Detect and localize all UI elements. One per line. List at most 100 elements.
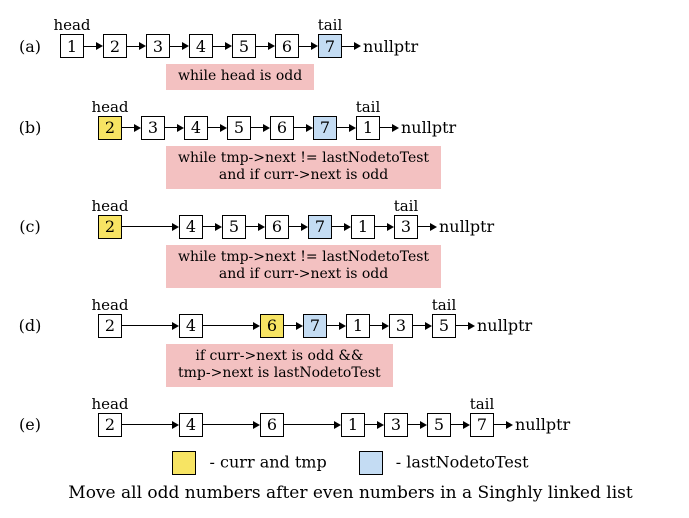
node: 6 — [270, 116, 294, 140]
arrow — [203, 322, 260, 330]
head-label: head — [91, 197, 128, 215]
node: 7 — [470, 413, 494, 437]
arrow — [84, 42, 103, 50]
node: 1 — [351, 215, 375, 239]
arrow — [122, 322, 179, 330]
node: 3 — [146, 34, 170, 58]
node: 1 — [346, 314, 370, 338]
legend-curr-label: - curr and tmp — [210, 452, 327, 471]
arrow — [413, 322, 432, 330]
arrow — [375, 223, 394, 231]
head-label: head — [91, 395, 128, 413]
head-label: head — [91, 296, 128, 314]
row-label: (a) — [6, 37, 54, 56]
arrow — [380, 124, 399, 132]
tail-label: tail — [432, 296, 457, 314]
row-label: (b) — [6, 118, 54, 137]
arrow — [203, 421, 260, 429]
row-d: (d)2head467135tailnullptr — [6, 314, 689, 338]
arrow — [494, 421, 513, 429]
tail-label: tail — [470, 395, 495, 413]
nullptr: nullptr — [401, 118, 456, 137]
node: 6 — [265, 215, 289, 239]
node: 4 — [179, 215, 203, 239]
node: 6 — [275, 34, 299, 58]
arrow — [365, 421, 384, 429]
node: 2 — [103, 34, 127, 58]
arrow — [246, 223, 265, 231]
node: 1 — [356, 116, 380, 140]
node: 7 — [313, 116, 337, 140]
node: 2 — [98, 215, 122, 239]
arrow — [213, 42, 232, 50]
condition-box: while head is odd — [166, 64, 314, 90]
head-label: head — [53, 16, 90, 34]
row-label: (d) — [6, 316, 54, 335]
arrow — [203, 223, 222, 231]
arrow — [289, 223, 308, 231]
arrow — [370, 322, 389, 330]
node: 5 — [227, 116, 251, 140]
node: 5 — [222, 215, 246, 239]
condition-box: while tmp->next != lastNodetoTestand if … — [166, 245, 441, 288]
arrow — [294, 124, 313, 132]
nullptr: nullptr — [363, 37, 418, 56]
linked-list-diagram: (a)1head234567tailnullptrwhile head is o… — [6, 10, 689, 437]
node: 4 — [179, 314, 203, 338]
node: 4 — [184, 116, 208, 140]
node: 6 — [260, 413, 284, 437]
legend-curr-tmp: - curr and tmp — [172, 451, 326, 475]
arrow — [170, 42, 189, 50]
node: 5 — [432, 314, 456, 338]
node: 4 — [179, 413, 203, 437]
arrow — [342, 42, 361, 50]
arrow — [165, 124, 184, 132]
arrow — [208, 124, 227, 132]
swatch-blue — [359, 451, 383, 475]
row-e: (e)2head461357tailnullptr — [6, 413, 689, 437]
arrow — [408, 421, 427, 429]
row-b: (b)2head345671tailnullptr — [6, 116, 689, 140]
node: 3 — [389, 314, 413, 338]
node: 7 — [308, 215, 332, 239]
legend: - curr and tmp - lastNodetoTest — [6, 451, 689, 475]
node: 1 — [341, 413, 365, 437]
node: 5 — [232, 34, 256, 58]
arrow — [418, 223, 437, 231]
arrow — [451, 421, 470, 429]
node: 2 — [98, 314, 122, 338]
arrow — [456, 322, 475, 330]
head-label: head — [91, 98, 128, 116]
arrow — [284, 322, 303, 330]
nullptr: nullptr — [477, 316, 532, 335]
node: 7 — [303, 314, 327, 338]
arrow — [299, 42, 318, 50]
arrow — [284, 421, 341, 429]
node: 2 — [98, 116, 122, 140]
node: 6 — [260, 314, 284, 338]
caption: Move all odd numbers after even numbers … — [6, 483, 689, 503]
node: 3 — [384, 413, 408, 437]
node: 2 — [98, 413, 122, 437]
legend-lastnode: - lastNodetoTest — [359, 451, 529, 475]
nullptr: nullptr — [439, 217, 494, 236]
tail-label: tail — [318, 16, 343, 34]
node: 7 — [318, 34, 342, 58]
arrow — [122, 421, 179, 429]
condition-box: while tmp->next != lastNodetoTestand if … — [166, 146, 441, 189]
swatch-yellow — [172, 451, 196, 475]
arrow — [127, 42, 146, 50]
row-a: (a)1head234567tailnullptr — [6, 34, 689, 58]
node: 3 — [141, 116, 165, 140]
legend-last-label: - lastNodetoTest — [396, 452, 529, 471]
row-label: (e) — [6, 415, 54, 434]
condition-box: if curr->next is odd &&tmp->next is last… — [166, 344, 393, 387]
node: 5 — [427, 413, 451, 437]
arrow — [327, 322, 346, 330]
node: 1 — [60, 34, 84, 58]
arrow — [332, 223, 351, 231]
nullptr: nullptr — [515, 415, 570, 434]
arrow — [337, 124, 356, 132]
node: 3 — [394, 215, 418, 239]
tail-label: tail — [356, 98, 381, 116]
